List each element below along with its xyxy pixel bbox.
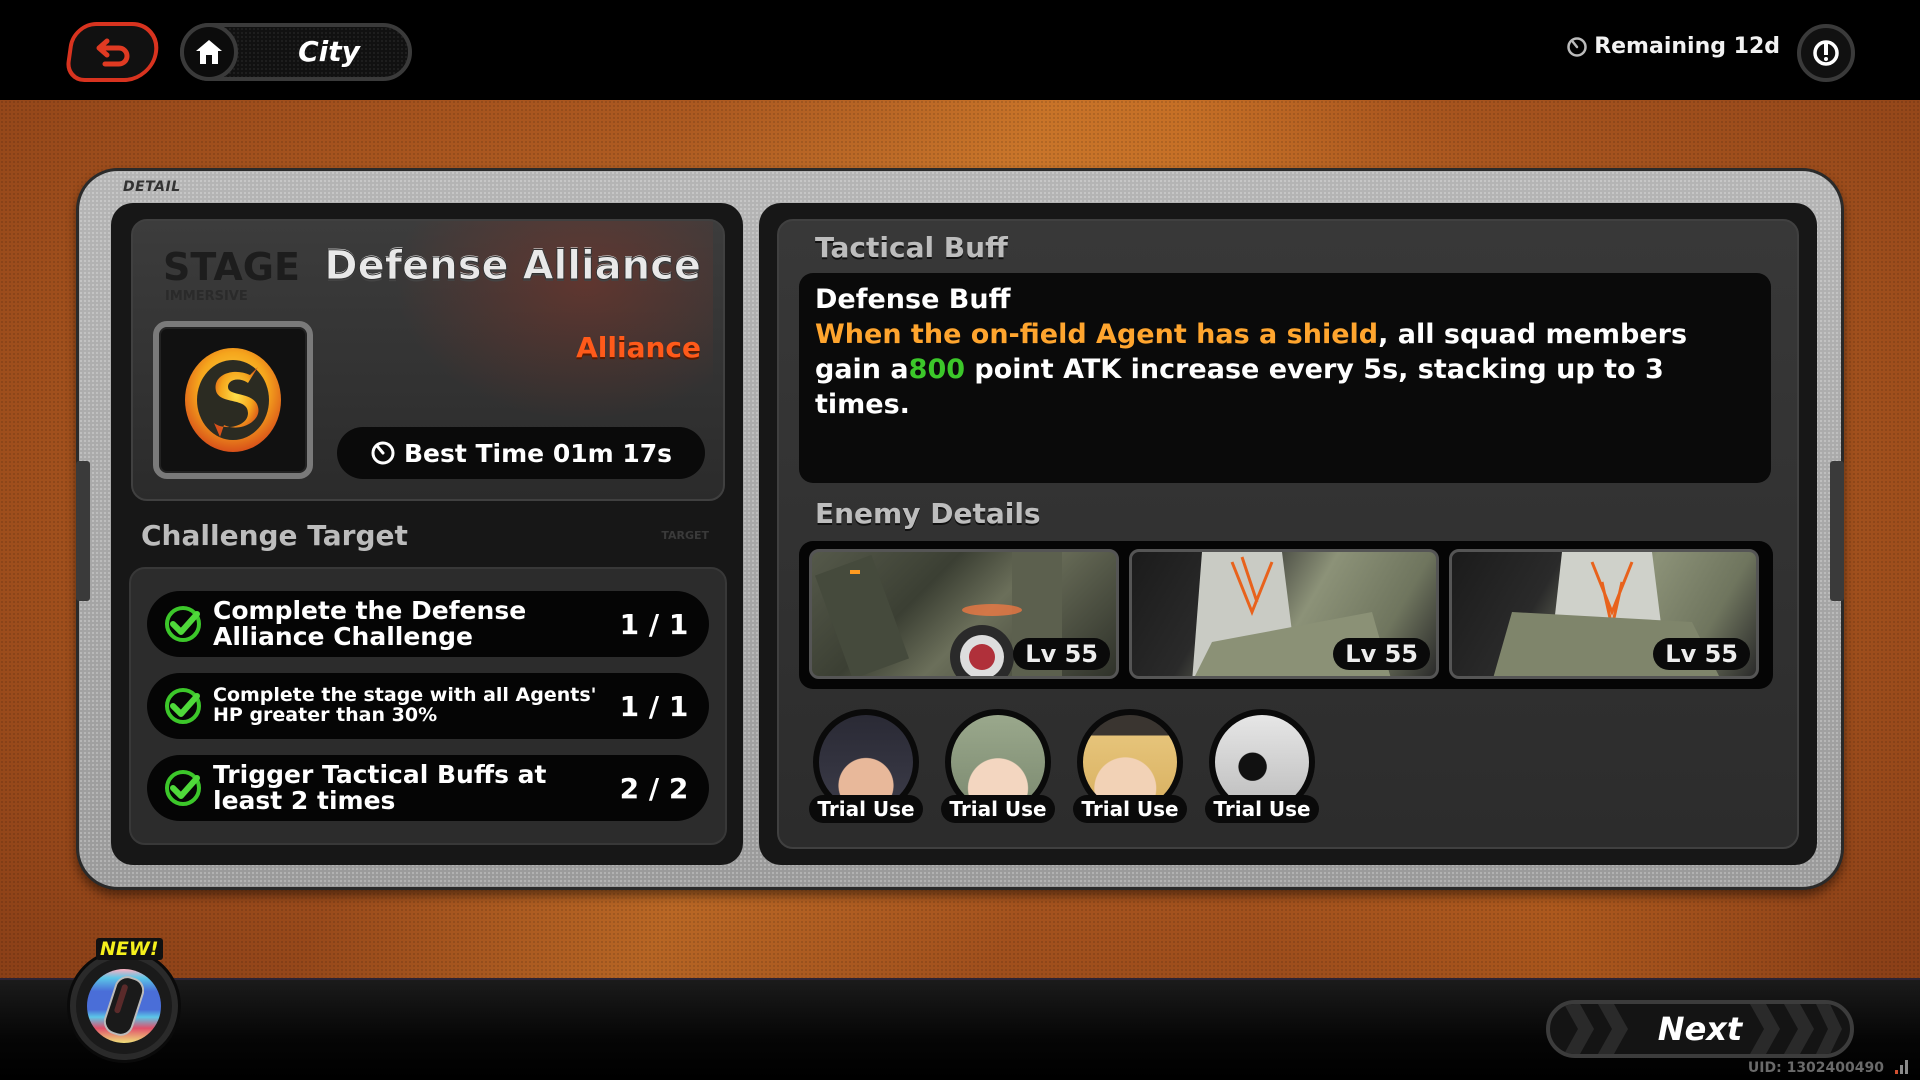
clock-icon xyxy=(371,441,395,465)
home-icon xyxy=(196,40,222,64)
stage-type: Alliance xyxy=(576,331,701,364)
challenge-progress: 1 / 1 xyxy=(619,689,689,723)
enemy-card[interactable]: Lv 55 xyxy=(1129,549,1439,679)
check-icon xyxy=(165,606,201,642)
stage-card: STAGE IMMERSIVE Defense Alliance Allianc… xyxy=(131,219,725,501)
enemy-card[interactable]: Lv 55 xyxy=(809,549,1119,679)
challenge-text: Trigger Tactical Buffs at least 2 times xyxy=(213,759,547,815)
trial-agent[interactable]: Trial Use xyxy=(1073,709,1187,823)
challenge-text: Complete the Defense Alliance Challenge xyxy=(213,595,527,651)
check-icon xyxy=(165,770,201,806)
challenge-tag: TARGET xyxy=(661,529,709,542)
best-time-text: Best Time 01m 17s xyxy=(403,438,673,468)
stage-icon-box xyxy=(153,321,313,479)
enemy-level: Lv 55 xyxy=(1333,638,1430,670)
trial-agent[interactable]: Trial Use xyxy=(809,709,923,823)
location-label: City xyxy=(298,35,360,68)
home-button[interactable] xyxy=(180,23,238,81)
buff-value: 800 xyxy=(908,354,966,385)
trial-agent[interactable]: Trial Use xyxy=(941,709,1055,823)
buff-name: Defense Buff xyxy=(815,284,1011,315)
challenge-progress: 2 / 2 xyxy=(619,771,689,805)
challenge-item: Complete the stage with all Agents' HP g… xyxy=(147,673,709,739)
enemy-details-title: Enemy Details xyxy=(815,497,1041,530)
trial-use-label: Trial Use xyxy=(941,795,1055,823)
back-arrow-icon xyxy=(96,38,130,67)
side-tab-right xyxy=(1830,461,1844,601)
buff-condition: When the on-field Agent has a shield xyxy=(815,319,1379,350)
top-bar: City Remaining 12d xyxy=(0,0,1920,100)
item-disc xyxy=(87,969,161,1043)
check-icon xyxy=(165,688,201,724)
challenge-progress: 1 / 1 xyxy=(619,607,689,641)
details-panel: Tactical Buff Defense Buff When the on-f… xyxy=(759,203,1817,865)
stage-title: Defense Alliance xyxy=(324,243,702,290)
stage-subheading: IMMERSIVE xyxy=(165,289,248,304)
buff-description: When the on-field Agent has a shield, al… xyxy=(815,317,1755,422)
item-capsule-icon xyxy=(104,976,144,1036)
uid-label: UID: 1302400490 xyxy=(1747,1060,1884,1076)
challenge-text: Complete the stage with all Agents' HP g… xyxy=(213,684,597,726)
remaining-text: Remaining 12d xyxy=(1594,34,1780,59)
power-button[interactable] xyxy=(1797,24,1855,82)
tactical-buff-box: Defense Buff When the on-field Agent has… xyxy=(799,273,1771,483)
trial-use-label: Trial Use xyxy=(809,795,923,823)
faction-s-emblem-icon xyxy=(185,348,281,452)
stage-heading: STAGE xyxy=(163,245,300,289)
location-button[interactable]: City xyxy=(180,23,412,81)
trial-use-label: Trial Use xyxy=(1073,795,1187,823)
enemy-list: Lv 55 Lv 55 Lv 55 xyxy=(799,541,1773,689)
trial-agent[interactable]: Trial Use xyxy=(1205,709,1319,823)
challenge-item: Complete the Defense Alliance Challenge … xyxy=(147,591,709,657)
details-inner: Tactical Buff Defense Buff When the on-f… xyxy=(777,219,1799,849)
challenge-list: Complete the Defense Alliance Challenge … xyxy=(129,567,727,845)
new-item-button[interactable] xyxy=(70,952,178,1060)
frame-label: DETAIL xyxy=(123,179,181,195)
back-button[interactable] xyxy=(63,22,163,82)
detail-frame: DETAIL STAGE IMMERSIVE Defense Alliance … xyxy=(76,168,1844,890)
new-badge: NEW! xyxy=(96,938,163,960)
enemy-card[interactable]: Lv 55 xyxy=(1449,549,1759,679)
clock-icon xyxy=(1567,36,1587,57)
best-time-badge: Best Time 01m 17s xyxy=(337,427,705,479)
side-tab-left xyxy=(76,461,90,601)
signal-icon xyxy=(1895,1060,1908,1074)
next-button[interactable]: Next xyxy=(1546,1000,1854,1058)
challenge-title: Challenge Target xyxy=(141,519,408,552)
challenge-item: Trigger Tactical Buffs at least 2 times … xyxy=(147,755,709,821)
remaining-time: Remaining 12d xyxy=(1566,34,1780,59)
power-icon xyxy=(1813,40,1839,66)
tactical-buff-title: Tactical Buff xyxy=(815,231,1008,264)
next-label: Next xyxy=(1657,1010,1743,1048)
trial-use-label: Trial Use xyxy=(1205,795,1319,823)
enemy-level: Lv 55 xyxy=(1013,638,1110,670)
stage-panel: STAGE IMMERSIVE Defense Alliance Allianc… xyxy=(111,203,743,865)
enemy-level: Lv 55 xyxy=(1653,638,1750,670)
